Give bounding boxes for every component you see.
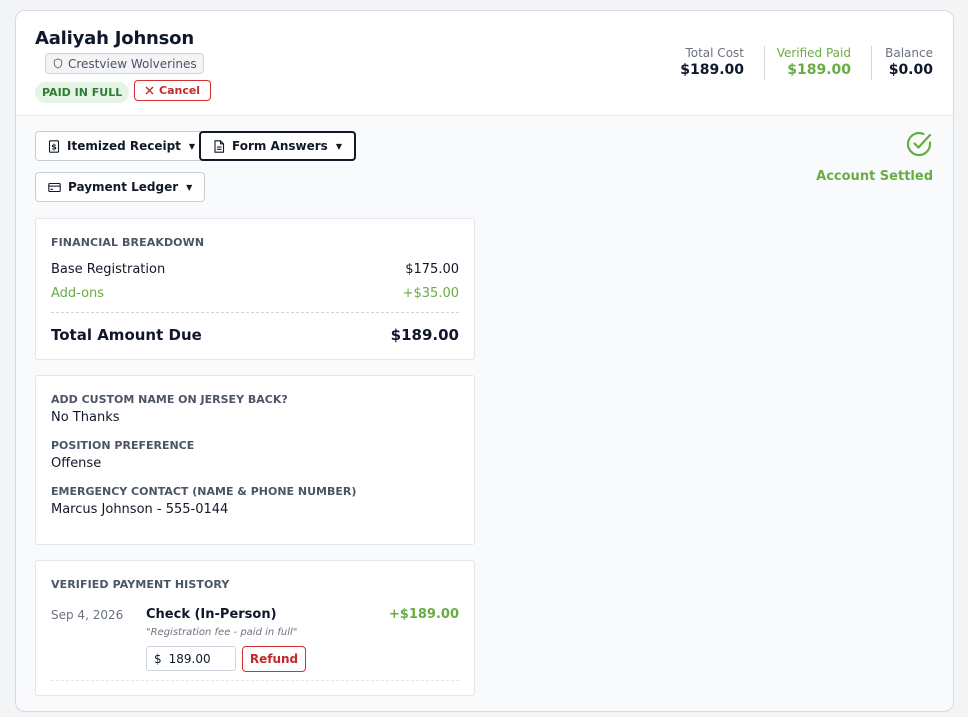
chevron-down-icon: ▼ (335, 141, 342, 151)
total-due-row: Total Amount Due $189.00 (51, 326, 459, 344)
payment-history-panel: VERIFIED PAYMENT HISTORY Sep 4, 2026 Che… (35, 560, 475, 696)
total-cost-value: $189.00 (680, 62, 744, 78)
addons-label: Add-ons (51, 286, 105, 301)
cancel-button[interactable]: Cancel (134, 80, 212, 101)
payment-note: "Registration fee - paid in full" (146, 627, 298, 638)
payment-ledger-label: Payment Ledger (68, 180, 179, 194)
form-answer-item: ADD CUSTOM NAME ON JERSEY BACK? No Thank… (51, 393, 288, 425)
form-answer-item: POSITION PREFERENCE Offense (51, 439, 194, 471)
close-icon (145, 86, 154, 95)
refund-button[interactable]: Refund (242, 646, 306, 672)
summary-divider (871, 46, 872, 80)
total-due-value: $189.00 (390, 326, 459, 344)
form-answers-button[interactable]: Form Answers ▼ (199, 131, 356, 161)
form-question: EMERGENCY CONTACT (NAME & PHONE NUMBER) (51, 485, 357, 498)
verified-paid-value: $189.00 (787, 62, 851, 78)
addons-value: +$35.00 (402, 286, 459, 301)
form-answers-panel: ADD CUSTOM NAME ON JERSEY BACK? No Thank… (35, 375, 475, 545)
team-tag: Crestview Wolverines (45, 53, 204, 74)
registration-header: Aaliyah Johnson Crestview Wolverines PAI… (16, 11, 953, 116)
breakdown-divider (51, 312, 459, 313)
itemized-receipt-label: Itemized Receipt (67, 139, 181, 153)
team-name: Crestview Wolverines (68, 56, 197, 71)
status-badge: PAID IN FULL (35, 82, 130, 103)
chevron-down-icon: ▼ (186, 182, 193, 192)
payment-divider (51, 680, 459, 681)
summary-divider (764, 46, 765, 80)
payment-history-title: VERIFIED PAYMENT HISTORY (51, 578, 230, 591)
shield-icon (53, 58, 63, 69)
base-registration-value: $175.00 (405, 262, 459, 277)
summary-verified-paid: Verified Paid $189.00 (777, 46, 851, 78)
form-answer: Offense (51, 456, 102, 471)
balance-label: Balance (885, 46, 933, 60)
form-question: ADD CUSTOM NAME ON JERSEY BACK? (51, 393, 288, 406)
payment-date: Sep 4, 2026 (51, 608, 124, 622)
receipt-icon: $ (48, 139, 60, 153)
base-registration-label: Base Registration (51, 262, 166, 277)
check-circle-icon (906, 131, 932, 157)
form-answer: Marcus Johnson - 555-0144 (51, 502, 229, 517)
registration-card: Aaliyah Johnson Crestview Wolverines PAI… (15, 10, 954, 712)
refund-amount-value: 189.00 (168, 651, 211, 666)
addons-row: Add-ons +$35.00 (51, 286, 459, 301)
registrant-name: Aaliyah Johnson (35, 28, 194, 49)
credit-card-icon (48, 182, 61, 192)
chevron-down-icon: ▼ (188, 141, 196, 151)
form-answer: No Thanks (51, 410, 120, 425)
verified-paid-label: Verified Paid (776, 46, 851, 60)
base-registration-row: Base Registration $175.00 (51, 262, 459, 277)
financial-breakdown-panel: FINANCIAL BREAKDOWN Base Registration $1… (35, 218, 475, 360)
financial-breakdown-title: FINANCIAL BREAKDOWN (51, 236, 205, 249)
summary-total-cost: Total Cost $189.00 (680, 46, 744, 78)
svg-text:$: $ (51, 142, 57, 151)
refund-amount-input[interactable]: $ 189.00 (146, 646, 236, 671)
account-settled-label: Account Settled (816, 169, 933, 184)
itemized-receipt-button[interactable]: $ Itemized Receipt ▼ (35, 131, 209, 161)
payment-amount: +$189.00 (388, 607, 459, 622)
payment-method: Check (In-Person) (146, 607, 277, 622)
total-due-label: Total Amount Due (51, 326, 202, 344)
summary-balance: Balance $0.00 (885, 46, 933, 78)
document-icon (214, 139, 225, 153)
form-question: POSITION PREFERENCE (51, 439, 195, 452)
payment-ledger-button[interactable]: Payment Ledger ▼ (35, 172, 206, 202)
total-cost-label: Total Cost (685, 46, 744, 60)
form-answers-label: Form Answers (232, 139, 328, 153)
currency-symbol: $ (154, 651, 162, 666)
cancel-label: Cancel (159, 84, 201, 97)
form-answer-item: EMERGENCY CONTACT (NAME & PHONE NUMBER) … (51, 485, 356, 517)
balance-value: $0.00 (888, 62, 933, 78)
